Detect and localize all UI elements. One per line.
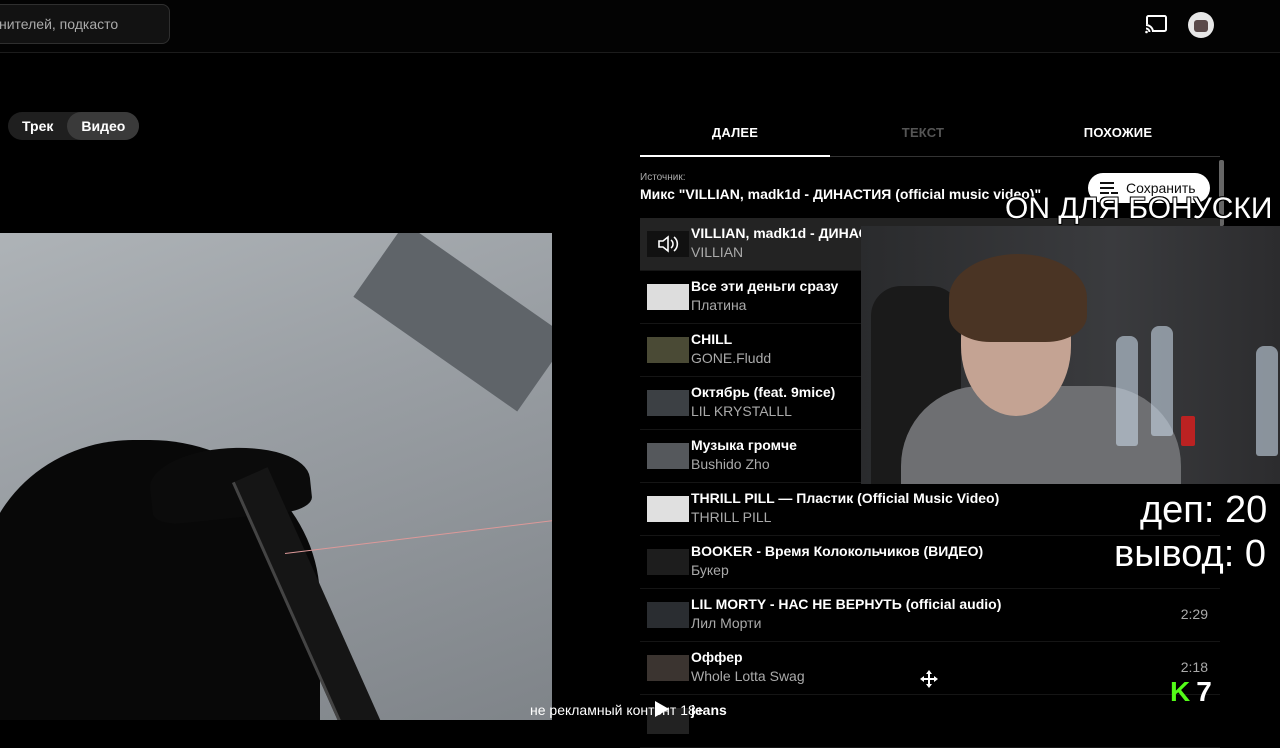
webcam-person-hair <box>949 254 1087 342</box>
track-artist: LIL KRYSTALLL <box>691 403 792 419</box>
thumbnail <box>647 549 689 575</box>
track-title: CHILL <box>691 331 733 347</box>
queue-tabs: ДАЛЕЕ ТЕКСТ ПОХОЖИЕ <box>640 116 1220 157</box>
video-toggle-button[interactable]: Видео <box>67 112 140 140</box>
queue-item[interactable]: jeans <box>640 695 1220 748</box>
track-video-toggle: Трек Видео <box>8 112 140 140</box>
stream-bonus-text: ON ДЛЯ БОНУСКИ <box>1005 192 1273 225</box>
webcam-bottle <box>1116 336 1138 446</box>
track-title: THRILL PILL — Пластик (Official Music Vi… <box>691 490 1000 506</box>
webcam-bottle <box>1151 326 1173 436</box>
volume-icon <box>658 235 679 253</box>
search-input[interactable] <box>0 15 169 33</box>
thumbnail <box>647 655 689 681</box>
tab-lyrics[interactable]: ТЕКСТ <box>830 116 1016 156</box>
viewer-count: 7 <box>1196 676 1212 707</box>
track-artist: Whole Lotta Swag <box>691 668 805 684</box>
ad-disclaimer: не рекламный контент 18+ <box>530 702 704 718</box>
tab-related[interactable]: ПОХОЖИЕ <box>1016 116 1220 156</box>
track-title: Оффер <box>691 649 743 665</box>
track-artist: Букер <box>691 562 729 578</box>
source-title: Микс "VILLIAN, madk1d - ДИНАСТИЯ (offici… <box>640 186 1042 202</box>
search-box[interactable] <box>0 4 170 44</box>
thumbnail <box>647 390 689 416</box>
track-toggle-button[interactable]: Трек <box>8 112 67 140</box>
stream-dep-text: деп: 20 <box>1140 489 1268 531</box>
track-artist: Bushido Zho <box>691 456 770 472</box>
queue-item[interactable]: LIL MORTY - НАС НЕ ВЕРНУТЬ (official aud… <box>640 589 1220 642</box>
top-bar <box>0 0 1280 53</box>
avatar[interactable] <box>1188 12 1214 38</box>
tab-next[interactable]: ДАЛЕЕ <box>640 116 830 157</box>
thumbnail <box>647 337 689 363</box>
play-icon[interactable] <box>654 700 670 718</box>
thumbnail <box>647 496 689 522</box>
track-title: LIL MORTY - НАС НЕ ВЕРНУТЬ (official aud… <box>691 596 1002 612</box>
kick-logo-icon: K <box>1170 676 1191 707</box>
track-title: Октябрь (feat. 9mice) <box>691 384 836 400</box>
queue-item[interactable]: THRILL PILL — Пластик (Official Music Vi… <box>640 483 1220 536</box>
kick-viewers: K7 <box>1170 676 1212 708</box>
webcam-bottle <box>1256 346 1278 456</box>
source-label: Источник: <box>640 172 686 183</box>
track-duration: 2:29 <box>1180 606 1208 622</box>
track-duration: 2:18 <box>1180 659 1208 675</box>
thumbnail <box>647 231 689 257</box>
webcam-can <box>1181 416 1195 446</box>
move-cursor-icon <box>920 670 938 688</box>
track-title: VILLIAN, madk1d - ДИНАС <box>691 225 869 241</box>
track-artist: THRILL PILL <box>691 509 772 525</box>
track-artist: Лил Морти <box>691 615 762 631</box>
track-title: Все эти деньги сразу <box>691 278 839 294</box>
video-player[interactable] <box>0 233 552 720</box>
track-title: Музыка громче <box>691 437 797 453</box>
cast-icon[interactable] <box>1144 14 1168 34</box>
thumbnail <box>647 602 689 628</box>
track-title: BOOKER - Время Колокольчиков (ВИДЕО) <box>691 543 984 559</box>
track-artist: Платина <box>691 297 747 313</box>
webcam-overlay <box>861 226 1280 484</box>
thumbnail <box>647 443 689 469</box>
track-artist: GONE.Fludd <box>691 350 772 366</box>
stream-withdraw-text: вывод: 0 <box>1114 533 1266 575</box>
thumbnail <box>647 284 689 310</box>
track-artist: VILLIAN <box>691 244 744 260</box>
